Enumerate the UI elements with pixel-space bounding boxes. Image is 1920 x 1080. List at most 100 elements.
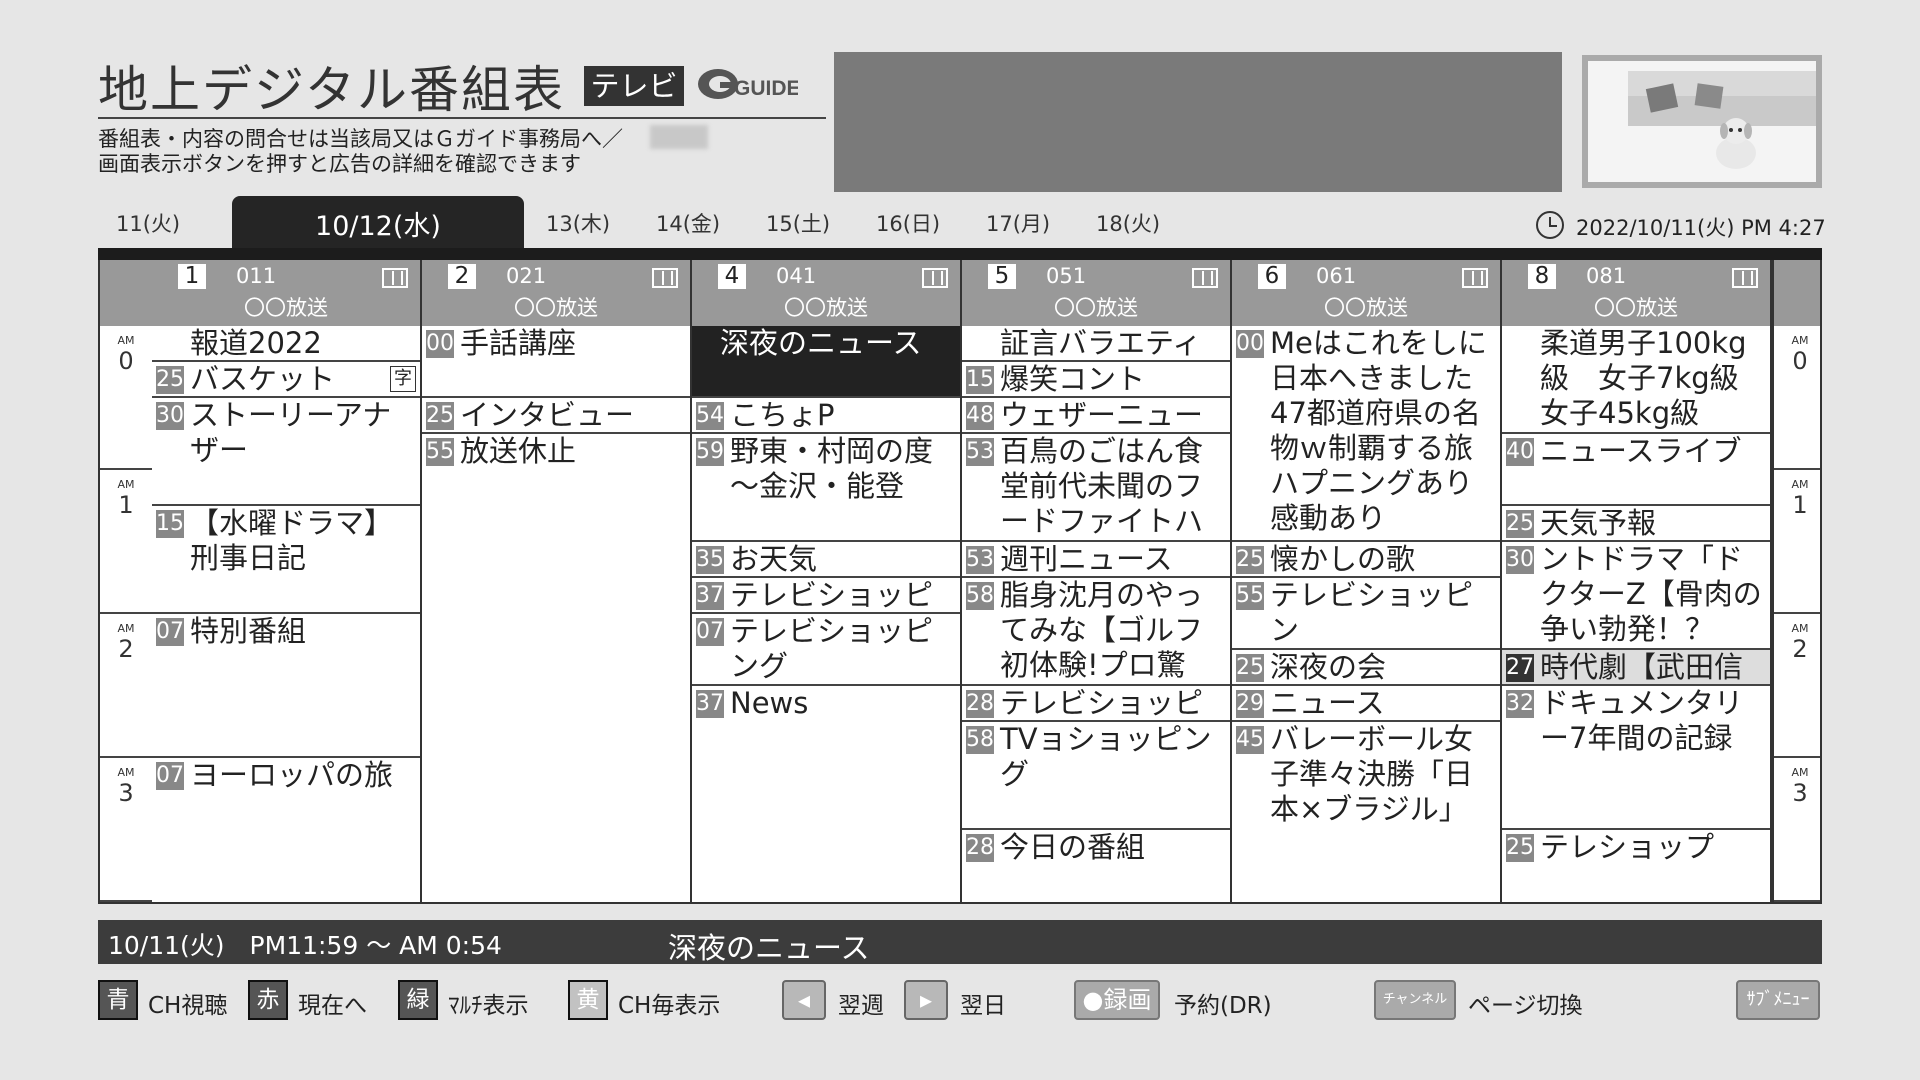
program-cell[interactable]: 報道2022 [152, 326, 420, 362]
date-tab-14[interactable]: 14(金) [656, 208, 720, 238]
channel-name: 〇〇放送 [1324, 296, 1408, 320]
program-title: テレビショッピン [1270, 578, 1474, 647]
program-cell[interactable]: 58脂身沈月のやってみな【ゴルフ初体験!プロ驚愕!】 [962, 578, 1230, 686]
logo-text: GUIDE [734, 77, 798, 100]
program-cell[interactable]: 28テレビショッピン [962, 686, 1230, 722]
program-cell[interactable]: 25 テレショップ [1502, 830, 1770, 902]
am-label: AM [117, 478, 135, 491]
next-day-button[interactable]: ▸ 翌日 [904, 980, 1014, 1020]
channel-header[interactable]: 6 061 〇〇放送 [1232, 260, 1502, 326]
program-title: 爆笑コント [1000, 362, 1146, 396]
program-cell[interactable]: 32 ドキュメンタリー7年間の記録 [1502, 686, 1770, 830]
date-tab-15[interactable]: 15(土) [766, 208, 830, 238]
hour-cell: AM 0 [100, 326, 152, 470]
program-cell[interactable]: 07 テレビショッピング [692, 614, 960, 686]
program-title: TVョショッピング [1000, 722, 1212, 791]
submenu-button[interactable]: ｻﾌﾞﾒﾆｭｰ [1736, 980, 1820, 1020]
am-label: AM [1791, 766, 1809, 779]
start-minute: 25 [1506, 510, 1534, 538]
program-cell[interactable]: 07 特別番組 [152, 614, 420, 758]
channel-header[interactable]: 5 051 〇〇放送 [962, 260, 1232, 326]
program-cell[interactable]: 58 TVョショッピング [962, 722, 1230, 830]
program-cell[interactable]: 25 インタビュー [422, 398, 690, 434]
program-cell[interactable]: 45 バレーボール女子準々決勝「日本×ブラジル」 [1232, 722, 1500, 902]
program-cell[interactable]: 25 天気予報 [1502, 506, 1770, 542]
yellow-button[interactable]: 黄 CH毎表示 [568, 980, 738, 1020]
program-title: 今日の番組 [1000, 830, 1146, 864]
program-cell[interactable]: 37 News [692, 686, 960, 902]
page-switch-button[interactable]: チャンネル ページ切換 [1374, 980, 1598, 1020]
program-cell[interactable]: 25 深夜の会 [1232, 650, 1500, 686]
program-cell[interactable]: 25 バスケット 字 [152, 362, 420, 398]
channel-header[interactable]: 8 081 〇〇放送 [1502, 260, 1772, 326]
program-cell[interactable]: 07 ヨーロッパの旅 [152, 758, 420, 902]
program-cell[interactable]: 28 今日の番組 [962, 830, 1230, 902]
program-cell[interactable]: 15 爆笑コント [962, 362, 1230, 398]
program-cell[interactable]: 29 ニュース [1232, 686, 1500, 722]
channel-number: 8 [1528, 264, 1556, 289]
program-cell[interactable]: 59 野東・村岡の度～金沢・能登 [692, 434, 960, 542]
channel-header[interactable]: 4 041 〇〇放送 [692, 260, 962, 326]
prev-week-button[interactable]: ◂ 翌週 [782, 980, 892, 1020]
channel-number: 5 [988, 264, 1016, 289]
program-cell[interactable]: 30 ントドラマ「ドクターZ【骨肉の争い勃発！？ [1502, 542, 1770, 650]
am-label: AM [1791, 334, 1809, 347]
program-cell[interactable]: 48ウェザーニュース [962, 398, 1230, 434]
date-tab-16[interactable]: 16(日) [876, 208, 940, 238]
program-cell[interactable]: 00 手話講座 [422, 326, 690, 398]
program-cell[interactable]: 30 ストーリーアナザー [152, 398, 420, 506]
hour-cell: AM 0 [1774, 326, 1820, 470]
program-cell[interactable]: 53百鳥のごはん食堂前代未聞のフードファイトハリウッド [962, 434, 1230, 542]
channel-header[interactable]: 2 021 〇〇放送 [422, 260, 692, 326]
program-cell[interactable]: 15 【水曜ドラマ】刑事日記 [152, 506, 420, 614]
start-minute: 32 [1506, 690, 1534, 718]
program-title: 特別番組 [190, 614, 307, 648]
ad-banner[interactable] [834, 52, 1562, 192]
date-tab-13[interactable]: 13(木) [546, 208, 610, 238]
program-title: 脂身沈月のやってみな【ゴルフ初体験!プロ驚愕!】 [1000, 578, 1204, 684]
start-minute: 25 [1236, 546, 1264, 574]
hour-label: 1 [1792, 491, 1808, 519]
program-title: 手話講座 [460, 326, 577, 360]
program-title: 野東・村岡の度～金沢・能登 [730, 434, 934, 503]
program-cell[interactable]: 柔道男子100kg級 女子7kg級女子45kg級 [1502, 326, 1770, 434]
channel-header[interactable]: 1 011 〇〇放送 [152, 260, 422, 326]
date-tab-18[interactable]: 18(火) [1096, 208, 1160, 238]
program-title: 【水曜ドラマ】刑事日記 [190, 506, 394, 575]
start-minute: 07 [696, 618, 724, 646]
blue-button[interactable]: 青 CH視聴 [98, 980, 238, 1020]
record-button[interactable]: ●録画 予約(DR) [1074, 980, 1274, 1020]
channel-column: 00 手話講座 25 インタビュー 55 放送休止 [422, 326, 692, 902]
program-cell[interactable]: 00 Meはこれをしに日本へきました47都道府県の名物ｗ制覇する旅ハプニングあり感… [1232, 326, 1500, 542]
guide-top-bar [98, 248, 1822, 260]
program-title: ヨーロッパの旅 [190, 758, 394, 792]
program-cell[interactable]: 55 放送休止 [422, 434, 690, 902]
program-cell[interactable]: 25 懐かしの歌 [1232, 542, 1500, 578]
date-tab-active[interactable]: 10/12(水) [232, 196, 524, 250]
start-minute: 30 [1506, 546, 1534, 574]
left-arrow-icon: ◂ [782, 980, 826, 1020]
hour-label: 0 [118, 347, 134, 375]
green-button[interactable]: 緑 ﾏﾙﾁ表示 [398, 980, 558, 1020]
hour-label: 3 [118, 779, 134, 807]
red-button[interactable]: 赤 現在へ [248, 980, 388, 1020]
program-title: ニュースライブ [1540, 434, 1742, 468]
start-minute: 54 [696, 402, 724, 430]
start-minute: 35 [696, 546, 724, 574]
channel-updown-icon: チャンネル [1374, 980, 1456, 1020]
program-cell[interactable]: 35 お天気 [692, 542, 960, 578]
program-cell[interactable]: 40 ニュースライブ [1502, 434, 1770, 506]
program-cell[interactable]: 証言バラエティ [962, 326, 1230, 362]
program-cell[interactable]: 55 テレビショッピン [1232, 578, 1500, 650]
program-cell[interactable]: 37テレビショッピン [692, 578, 960, 614]
am-label: AM [1791, 622, 1809, 635]
program-title: テレビショッピン [730, 578, 934, 612]
program-cell[interactable]: 27 時代劇【武田信 [1502, 650, 1770, 686]
hour-cell: AM 1 [100, 470, 152, 614]
date-tab-17[interactable]: 17(月) [986, 208, 1050, 238]
program-cell[interactable]: 54 こちょP [692, 398, 960, 434]
program-cell[interactable]: 53 週刊ニュース [962, 542, 1230, 578]
date-tab-11[interactable]: 11(火) [116, 208, 180, 238]
program-cell-selected[interactable]: 深夜のニュース [692, 326, 960, 398]
channel-name: 〇〇放送 [784, 296, 868, 320]
